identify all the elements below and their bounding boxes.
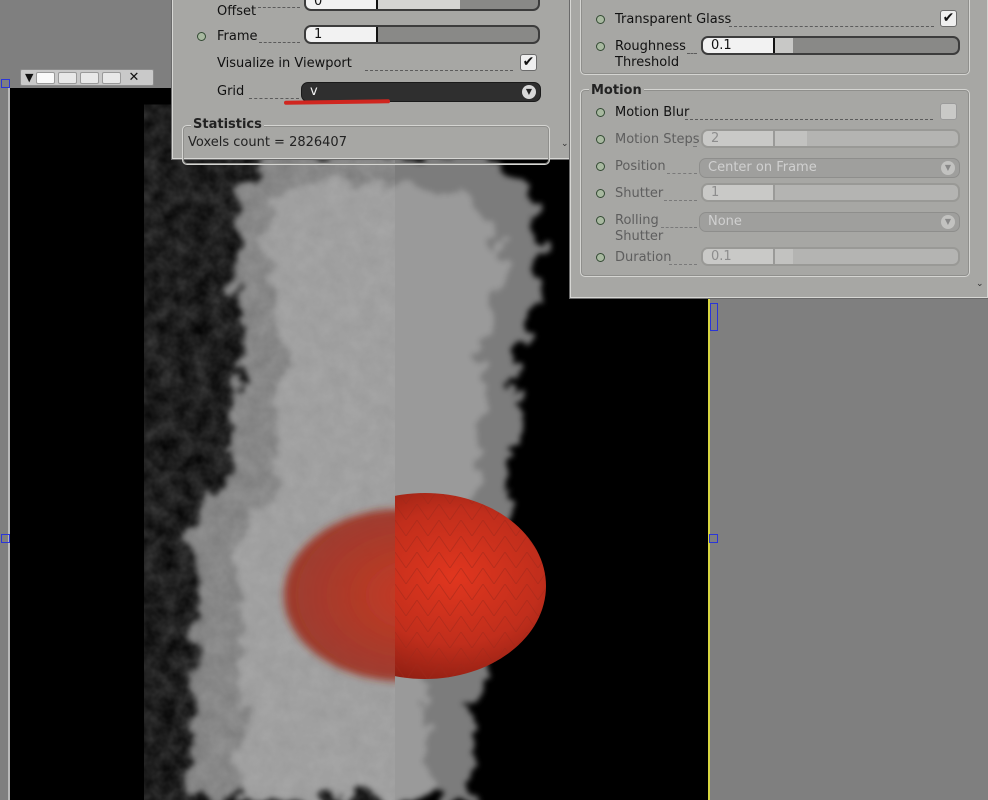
frame-offset-label: Frame Offset bbox=[217, 0, 258, 19]
scroll-down-icon[interactable]: ⌄ bbox=[976, 279, 984, 289]
render-settings-panel: Transparent Glass ✔ Roughness Threshold … bbox=[570, 0, 988, 298]
roughness-range bbox=[775, 38, 793, 53]
viewport-toolbar: ▼ ✕ bbox=[20, 69, 154, 86]
transparent-glass-dots bbox=[729, 26, 934, 27]
position-dots bbox=[667, 173, 697, 174]
grid-value: v bbox=[310, 84, 318, 99]
frame-value: 1 bbox=[314, 27, 323, 42]
roughness-value: 0.1 bbox=[711, 38, 732, 53]
roughness-threshold-label: Roughness Threshold bbox=[615, 39, 686, 70]
motion-steps-slider[interactable]: 2 bbox=[701, 129, 960, 148]
duration-label: Duration bbox=[615, 250, 672, 265]
voxels-count-text: Voxels count = 2826407 bbox=[188, 135, 347, 150]
checkmark-icon: ✔ bbox=[942, 10, 955, 26]
duration-dots bbox=[669, 264, 697, 265]
close-icon[interactable]: ✕ bbox=[128, 71, 139, 84]
viewport-layout-button-4[interactable] bbox=[102, 71, 122, 84]
duration-slider[interactable]: 0.1 bbox=[701, 247, 960, 266]
volume-settings-panel: Frame Offset 0 Frame 1 Visualize in View… bbox=[172, 0, 572, 165]
dropdown-arrow-icon: ▼ bbox=[522, 85, 536, 99]
duration-range bbox=[775, 249, 793, 264]
position-value: Center on Frame bbox=[708, 160, 817, 175]
frame-offset-slider[interactable]: 0 bbox=[304, 0, 540, 11]
triangle-menu-icon[interactable]: ▼ bbox=[25, 72, 33, 83]
visualize-dots bbox=[365, 70, 513, 71]
roughness-slider[interactable]: 0.1 bbox=[701, 36, 960, 55]
shutter-value: 1 bbox=[711, 185, 720, 200]
green-led-icon[interactable] bbox=[596, 189, 605, 198]
visualize-checkbox[interactable]: ✔ bbox=[520, 54, 537, 71]
grid-label: Grid bbox=[217, 84, 245, 99]
rolling-shutter-dots bbox=[661, 227, 697, 228]
selection-handle-mid-left[interactable] bbox=[1, 534, 10, 543]
green-led-icon[interactable] bbox=[596, 108, 605, 117]
visualize-label: Visualize in Viewport bbox=[217, 56, 352, 71]
rolling-shutter-value: None bbox=[708, 214, 742, 229]
frame-offset-value: 0 bbox=[314, 0, 323, 9]
green-led-icon[interactable] bbox=[596, 42, 605, 51]
transparent-glass-label: Transparent Glass bbox=[615, 12, 732, 27]
frame-slider[interactable]: 1 bbox=[304, 25, 540, 44]
position-select[interactable]: Center on Frame ▼ bbox=[699, 158, 960, 178]
checkmark-icon: ✔ bbox=[522, 54, 535, 70]
shutter-label: Shutter bbox=[615, 186, 664, 201]
shutter-dots bbox=[664, 200, 697, 201]
frame-label: Frame bbox=[217, 29, 258, 44]
frame-offset-range bbox=[378, 0, 460, 9]
shutter-slider[interactable]: 1 bbox=[701, 183, 960, 202]
rolling-shutter-select[interactable]: None ▼ bbox=[699, 212, 960, 232]
motion-steps-value: 2 bbox=[711, 131, 720, 146]
green-led-icon[interactable] bbox=[197, 32, 206, 41]
green-led-icon[interactable] bbox=[596, 162, 605, 171]
motion-title: Motion bbox=[589, 83, 644, 98]
statistics-title: Statistics bbox=[191, 117, 264, 132]
frame-dots bbox=[259, 42, 300, 43]
viewport-layout-button-1[interactable] bbox=[36, 71, 56, 84]
duration-value: 0.1 bbox=[711, 249, 732, 264]
rolling-shutter-label: Rolling Shutter bbox=[615, 213, 664, 244]
motion-blur-label: Motion Blur bbox=[615, 105, 690, 120]
grid-dots bbox=[249, 98, 299, 99]
dropdown-arrow-icon: ▼ bbox=[941, 215, 955, 229]
motion-steps-range bbox=[775, 131, 807, 146]
green-led-icon[interactable] bbox=[596, 15, 605, 24]
viewport-layout-button-2[interactable] bbox=[58, 71, 78, 84]
transparent-glass-checkbox[interactable]: ✔ bbox=[940, 10, 957, 27]
green-led-icon[interactable] bbox=[596, 135, 605, 144]
green-led-icon[interactable] bbox=[596, 253, 605, 262]
roughness-dots bbox=[687, 53, 697, 54]
green-led-icon[interactable] bbox=[596, 216, 605, 225]
shutter-tick bbox=[773, 185, 775, 200]
selection-handle-top-left[interactable] bbox=[1, 79, 10, 88]
motion-blur-dots bbox=[685, 119, 933, 120]
viewport-layout-button-3[interactable] bbox=[80, 71, 100, 84]
selection-handle-mid-right[interactable] bbox=[709, 534, 718, 543]
motion-blur-checkbox[interactable] bbox=[940, 103, 957, 120]
dropdown-arrow-icon: ▼ bbox=[941, 161, 955, 175]
frame-tick bbox=[376, 27, 378, 42]
motion-steps-label: Motion Steps bbox=[615, 132, 700, 147]
position-label: Position bbox=[615, 159, 666, 174]
frame-offset-dots bbox=[258, 7, 300, 8]
selection-handle-right-upper[interactable] bbox=[710, 303, 718, 331]
scroll-down-icon[interactable]: ⌄ bbox=[561, 139, 569, 149]
motion-steps-dots bbox=[693, 146, 697, 147]
